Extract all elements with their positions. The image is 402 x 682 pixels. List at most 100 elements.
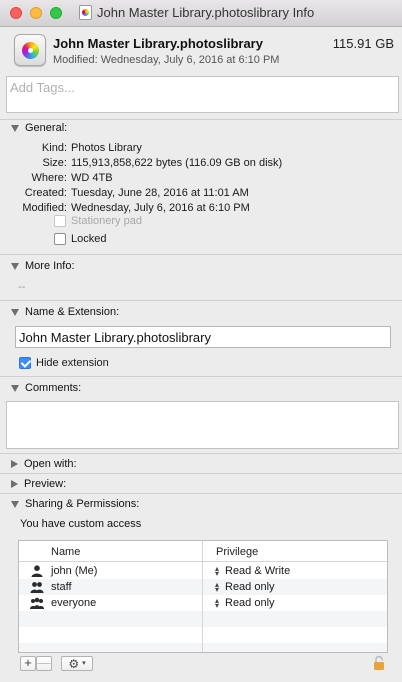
everyone-icon bbox=[30, 597, 44, 609]
single-user-icon bbox=[31, 565, 43, 577]
section-comments[interactable]: Comments: bbox=[11, 382, 81, 394]
info-header: John Master Library.photoslibrary 115.91… bbox=[0, 28, 402, 73]
row-name: staff bbox=[51, 581, 72, 593]
empty-row bbox=[19, 611, 387, 627]
section-preview[interactable]: Preview: bbox=[11, 478, 66, 490]
privilege-value: Read & Write bbox=[225, 565, 291, 577]
chevron-down-icon: ▾ bbox=[82, 659, 86, 667]
privilege-popup[interactable]: ▴ ▾ Read & Write bbox=[215, 564, 291, 579]
disclosure-triangle-icon[interactable] bbox=[11, 308, 19, 316]
section-name-extension[interactable]: Name & Extension: bbox=[11, 306, 119, 318]
section-name-extension-label: Name & Extension: bbox=[25, 306, 120, 318]
remove-user-button[interactable]: — bbox=[36, 656, 52, 671]
file-name: John Master Library.photoslibrary bbox=[53, 36, 263, 51]
gear-icon: ⚙ bbox=[68, 656, 80, 671]
divider bbox=[0, 254, 402, 255]
section-comments-label: Comments: bbox=[25, 382, 82, 394]
disclosure-triangle-icon[interactable] bbox=[11, 480, 18, 488]
table-row[interactable]: staff ▴ ▾ Read only bbox=[19, 579, 387, 595]
name-extension-field[interactable]: John Master Library.photoslibrary bbox=[15, 326, 391, 348]
stationery-pad-label: Stationery pad bbox=[71, 215, 142, 227]
section-open-with[interactable]: Open with: bbox=[11, 458, 77, 470]
general-row-kind: Kind: Photos Library bbox=[0, 142, 402, 157]
hide-extension-checkbox[interactable] bbox=[19, 357, 31, 369]
disclosure-triangle-icon[interactable] bbox=[11, 460, 18, 468]
disclosure-triangle-icon[interactable] bbox=[11, 124, 19, 132]
general-key: Modified: bbox=[22, 202, 67, 214]
divider bbox=[0, 300, 402, 301]
table-row[interactable]: john (Me) ▴ ▾ Read & Write bbox=[19, 563, 387, 579]
section-sharing-permissions[interactable]: Sharing & Permissions: bbox=[11, 498, 139, 510]
general-key: Where: bbox=[31, 172, 67, 184]
zoom-button[interactable] bbox=[50, 7, 62, 19]
comments-field[interactable] bbox=[6, 401, 399, 449]
minimize-button[interactable] bbox=[30, 7, 42, 19]
column-separator bbox=[202, 541, 203, 652]
general-value: Wednesday, July 6, 2016 at 6:10 PM bbox=[71, 202, 250, 214]
title-bar: John Master Library.photoslibrary Info bbox=[0, 0, 402, 27]
divider bbox=[0, 453, 402, 454]
updown-arrows-icon: ▴ ▾ bbox=[215, 564, 220, 579]
tags-placeholder: Add Tags... bbox=[10, 80, 75, 95]
group-icon bbox=[30, 582, 44, 593]
privilege-value: Read only bbox=[225, 581, 275, 593]
section-general[interactable]: General: bbox=[11, 122, 67, 134]
section-general-label: General: bbox=[25, 122, 68, 134]
general-row-where: Where: WD 4TB bbox=[0, 172, 402, 187]
stationery-pad-checkbox bbox=[54, 215, 66, 227]
tags-field[interactable]: Add Tags... bbox=[6, 76, 399, 113]
hide-extension-label: Hide extension bbox=[36, 357, 109, 369]
table-row[interactable]: everyone ▴ ▾ Read only bbox=[19, 595, 387, 611]
close-button[interactable] bbox=[10, 7, 22, 19]
section-more-info-label: More Info: bbox=[25, 260, 75, 272]
disclosure-triangle-icon[interactable] bbox=[11, 500, 19, 508]
disclosure-triangle-icon[interactable] bbox=[11, 384, 19, 392]
disclosure-triangle-icon[interactable] bbox=[11, 262, 19, 270]
privilege-popup[interactable]: ▴ ▾ Read only bbox=[215, 580, 275, 595]
general-value: WD 4TB bbox=[71, 172, 113, 184]
row-name: everyone bbox=[51, 597, 97, 609]
table-header: Name Privilege bbox=[19, 541, 387, 562]
document-icon[interactable] bbox=[79, 5, 92, 20]
photos-library-icon bbox=[14, 34, 46, 66]
general-value: 115,913,858,622 bytes (116.09 GB on disk… bbox=[71, 157, 283, 169]
file-size: 115.91 GB bbox=[332, 36, 394, 51]
locked-checkbox[interactable] bbox=[54, 233, 66, 245]
divider bbox=[0, 376, 402, 377]
empty-row bbox=[19, 643, 387, 652]
column-header-name[interactable]: Name bbox=[51, 546, 80, 558]
divider bbox=[0, 119, 402, 120]
updown-arrows-icon: ▴ ▾ bbox=[215, 580, 220, 595]
lock-icon[interactable] bbox=[373, 655, 385, 670]
stationery-pad-checkbox-row: Stationery pad bbox=[54, 215, 142, 227]
updown-arrows-icon: ▴ ▾ bbox=[215, 596, 220, 611]
hide-extension-checkbox-row[interactable]: Hide extension bbox=[19, 357, 109, 369]
section-preview-label: Preview: bbox=[24, 478, 67, 490]
general-key: Size: bbox=[42, 157, 67, 169]
name-extension-value: John Master Library.photoslibrary bbox=[19, 330, 211, 345]
privilege-value: Read only bbox=[225, 597, 275, 609]
general-value: Tuesday, June 28, 2016 at 11:01 AM bbox=[71, 187, 249, 199]
locked-label: Locked bbox=[71, 233, 107, 245]
access-status-text: You have custom access bbox=[20, 518, 142, 530]
divider bbox=[0, 493, 402, 494]
section-open-with-label: Open with: bbox=[24, 458, 77, 470]
general-row-size: Size: 115,913,858,622 bytes (116.09 GB o… bbox=[0, 157, 402, 172]
add-user-button[interactable]: + bbox=[20, 656, 36, 671]
row-name: john (Me) bbox=[51, 565, 98, 577]
divider bbox=[0, 473, 402, 474]
more-info-value: -- bbox=[18, 281, 26, 293]
general-key: Kind: bbox=[41, 142, 67, 154]
permissions-table: Name Privilege john (Me) ▴ ▾ Read & Write … bbox=[18, 540, 388, 653]
locked-checkbox-row[interactable]: Locked bbox=[54, 233, 106, 245]
window-title: John Master Library.photoslibrary Info bbox=[97, 5, 315, 20]
modified-date: Modified: Wednesday, July 6, 2016 at 6:1… bbox=[53, 54, 280, 66]
general-key: Created: bbox=[24, 187, 67, 199]
general-row-created: Created: Tuesday, June 28, 2016 at 11:01… bbox=[0, 187, 402, 202]
action-menu-button[interactable]: ⚙ ▾ bbox=[61, 656, 93, 671]
column-header-privilege[interactable]: Privilege bbox=[216, 546, 258, 558]
privilege-popup[interactable]: ▴ ▾ Read only bbox=[215, 596, 275, 611]
section-sharing-label: Sharing & Permissions: bbox=[25, 498, 140, 510]
general-value: Photos Library bbox=[71, 142, 142, 154]
section-more-info[interactable]: More Info: bbox=[11, 260, 75, 272]
